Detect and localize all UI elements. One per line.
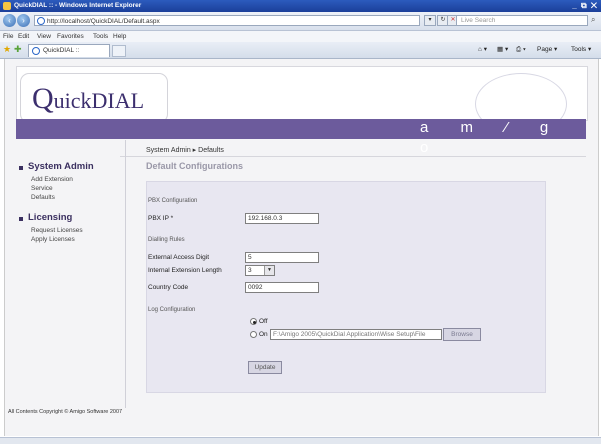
home-icon[interactable]: ⌂ ▾ — [478, 45, 487, 55]
bullet-icon — [19, 217, 23, 221]
external-access-digit-label: External Access Digit — [148, 254, 210, 261]
dropdown-button[interactable]: ▾ — [424, 15, 436, 26]
sidebar-item-add-extension[interactable]: Add Extension — [31, 176, 73, 183]
copyright-footer: All Contents Copyright © Amigo Software … — [8, 409, 123, 415]
log-off-radio[interactable] — [250, 318, 257, 325]
forward-button[interactable]: › — [17, 14, 30, 27]
country-code-label: Country Code — [148, 284, 189, 291]
menu-view[interactable]: View — [37, 31, 51, 42]
tab-bar: ★ ✚ QuickDIAL :: ⌂ ▾ ▦ ▾ ⎙ ▾ Page ▾ Tool… — [0, 42, 601, 59]
sidebar-heading-licensing[interactable]: Licensing — [28, 212, 72, 223]
menu-bar: File Edit View Favorites Tools Help — [0, 31, 601, 42]
page-icon — [32, 47, 40, 55]
window-title: QuickDIAL :: - Windows Internet Explorer — [14, 2, 142, 9]
window-title-bar: QuickDIAL :: - Windows Internet Explorer… — [0, 0, 601, 12]
menu-tools[interactable]: Tools — [93, 31, 108, 42]
bullet-icon — [19, 166, 23, 170]
update-button[interactable]: Update — [248, 361, 282, 374]
configuration-panel — [146, 181, 546, 393]
menu-edit[interactable]: Edit — [18, 31, 29, 42]
sidebar-item-defaults[interactable]: Defaults — [31, 194, 55, 201]
group-log-configuration: Log Configuration — [148, 307, 196, 313]
internal-extension-length-label: Internal Extension Length — [148, 267, 222, 274]
country-code-input[interactable]: 0092 — [245, 282, 319, 293]
back-button[interactable]: ‹ — [3, 14, 16, 27]
address-field[interactable]: http://localhost/QuickDIAL/Default.aspx — [34, 15, 420, 26]
search-icon[interactable]: ⌕ — [591, 15, 595, 25]
browse-button[interactable]: Browse — [443, 328, 481, 341]
page-title: Default Configurations — [146, 161, 243, 171]
window-controls[interactable]: _ ⧉ ✕ — [572, 1, 598, 11]
internal-extension-length-value: 3 — [248, 267, 252, 274]
log-on-radio[interactable] — [250, 331, 257, 338]
address-url: http://localhost/QuickDIAL/Default.aspx — [47, 18, 160, 25]
breadcrumb: System Admin ▸ Defaults — [146, 147, 224, 154]
group-pbx-configuration: PBX Configuration — [148, 198, 198, 204]
print-icon[interactable]: ⎙ ▾ — [516, 45, 526, 55]
tools-menu-button[interactable]: Tools ▾ — [571, 45, 591, 55]
group-dialling-rules: Dialling Rules — [148, 237, 185, 243]
menu-help[interactable]: Help — [113, 31, 126, 42]
favorites-star-icon[interactable]: ★ — [3, 44, 11, 55]
pbx-ip-label: PBX IP * — [148, 215, 174, 222]
quickdial-logo: QuickDIAL — [32, 82, 145, 115]
sidebar-item-request-licenses[interactable]: Request Licenses — [31, 227, 83, 234]
sidebar-divider — [125, 140, 126, 408]
menu-favorites[interactable]: Favorites — [57, 31, 84, 42]
page-icon — [37, 17, 45, 25]
feeds-icon[interactable]: ▦ ▾ — [497, 45, 508, 55]
address-toolbar: ‹ › http://localhost/QuickDIAL/Default.a… — [0, 12, 601, 31]
external-access-digit-input[interactable]: 5 — [245, 252, 319, 263]
menu-file[interactable]: File — [3, 31, 13, 42]
sidebar-item-apply-licenses[interactable]: Apply Licenses — [31, 236, 75, 243]
ie-app-icon — [3, 2, 11, 10]
breadcrumb-divider — [120, 156, 586, 157]
internal-extension-length-select[interactable]: 3 ▼ — [245, 265, 275, 276]
sidebar-heading-system-admin[interactable]: System Admin — [28, 161, 94, 172]
add-favorite-icon[interactable]: ✚ — [14, 44, 22, 55]
search-input[interactable]: Live Search — [456, 15, 588, 26]
tab-label: QuickDIAL :: — [43, 47, 80, 54]
chevron-down-icon[interactable]: ▼ — [264, 266, 274, 275]
log-path-input[interactable]: F:\Amigo 2005\QuickDial Application\Wise… — [270, 329, 442, 340]
amigo-brand-text: a m ⁄ g o — [420, 119, 563, 156]
sidebar-item-service[interactable]: Service — [31, 185, 53, 192]
log-off-label: Off — [259, 318, 268, 325]
new-tab-button[interactable] — [112, 45, 126, 57]
tab-quickdial[interactable]: QuickDIAL :: — [28, 44, 110, 57]
log-on-label: On — [259, 331, 268, 338]
page-menu-button[interactable]: Page ▾ — [537, 45, 557, 55]
pbx-ip-input[interactable]: 192.168.0.3 — [245, 213, 319, 224]
